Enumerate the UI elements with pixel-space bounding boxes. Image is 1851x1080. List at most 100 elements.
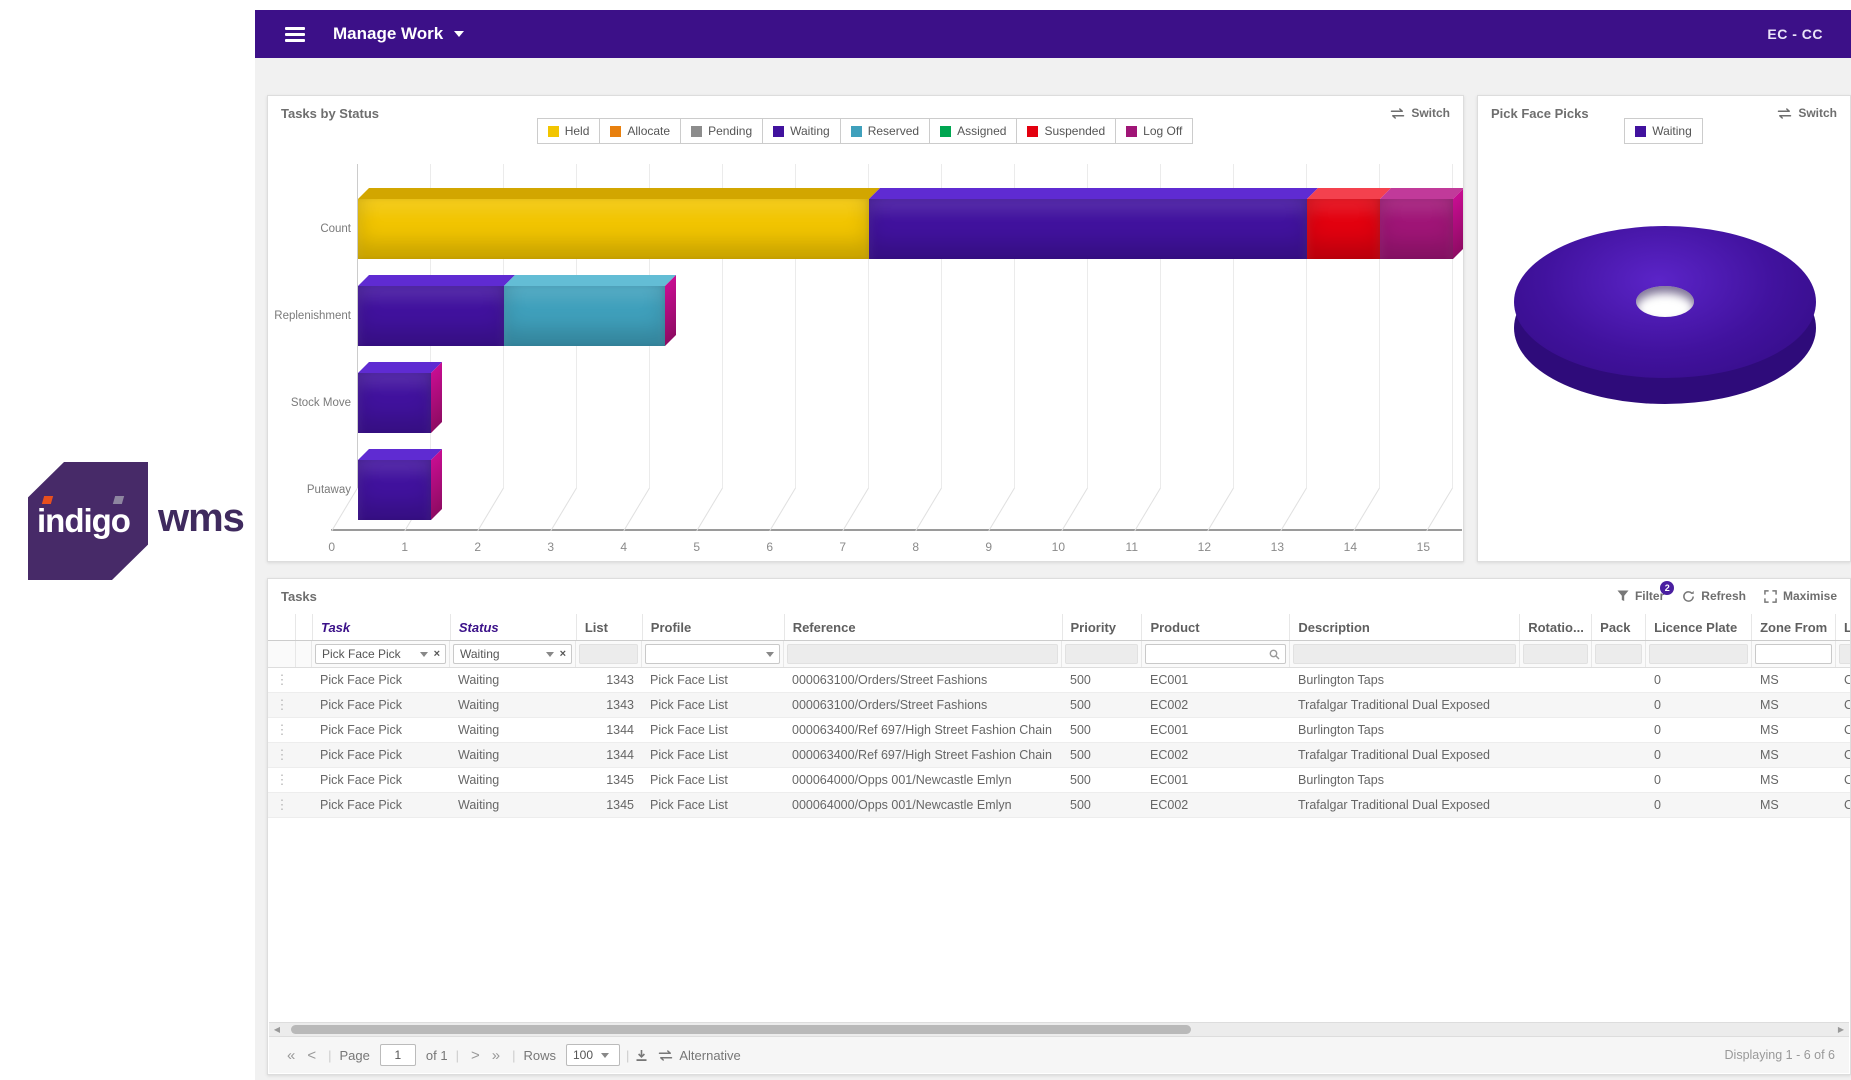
maximise-button[interactable]: Maximise: [1764, 589, 1837, 603]
legend-item-allocate[interactable]: Allocate: [599, 118, 681, 144]
table-row[interactable]: ⋮Pick Face PickWaiting1343Pick Face List…: [268, 668, 1851, 693]
cell-profile: Pick Face List: [642, 693, 784, 717]
column-header-label: Reference: [793, 620, 856, 635]
x-tick-label: 9: [966, 540, 992, 554]
next-page-button[interactable]: >: [465, 1047, 486, 1064]
bar-top-segment-waiting: [358, 449, 442, 460]
download-icon: [635, 1049, 648, 1062]
bar-top-segment-waiting: [869, 188, 1318, 199]
cell-list: 1344: [576, 743, 642, 767]
alternative-view-button[interactable]: Alternative: [658, 1048, 740, 1063]
cell-task: Pick Face Pick: [312, 693, 450, 717]
filter-input-product[interactable]: [1145, 644, 1286, 664]
table-row[interactable]: ⋮Pick Face PickWaiting1343Pick Face List…: [268, 693, 1851, 718]
column-header-description[interactable]: Description: [1290, 614, 1520, 640]
legend-item-waiting[interactable]: Waiting: [1624, 118, 1703, 144]
bar-stock-move: [358, 373, 431, 433]
column-header-task[interactable]: Task: [313, 614, 451, 640]
filter-button[interactable]: Filter 2: [1617, 589, 1664, 603]
page-title-dropdown[interactable]: Manage Work: [333, 24, 464, 44]
cell-priority: 500: [1062, 668, 1142, 692]
row-menu-icon[interactable]: ⋮: [268, 793, 296, 817]
chevron-down-icon[interactable]: [766, 652, 774, 657]
column-header-label: Profile: [651, 620, 691, 635]
legend-item-reserved[interactable]: Reserved: [840, 118, 930, 144]
legend-item-pending[interactable]: Pending: [680, 118, 763, 144]
separator: |: [512, 1048, 515, 1063]
gridline-floor-tick: [1061, 488, 1088, 531]
refresh-button[interactable]: Refresh: [1682, 589, 1746, 603]
clear-filter-icon[interactable]: ×: [560, 649, 566, 660]
column-header-status[interactable]: Status: [451, 614, 577, 640]
table-row[interactable]: ⋮Pick Face PickWaiting1345Pick Face List…: [268, 768, 1851, 793]
site-code-label: EC - CC: [1767, 26, 1823, 42]
legend-item-suspended[interactable]: Suspended: [1016, 118, 1116, 144]
bar-putaway: [358, 460, 431, 520]
filter-input-zone_from[interactable]: [1755, 644, 1832, 664]
rows-per-page-select[interactable]: 100: [566, 1044, 620, 1066]
scroll-right-icon[interactable]: ▶: [1833, 1023, 1849, 1036]
cell-product: EC002: [1142, 743, 1290, 767]
horizontal-scrollbar[interactable]: ◀ ▶: [269, 1022, 1849, 1036]
prev-page-button[interactable]: <: [301, 1047, 322, 1064]
menu-icon[interactable]: [285, 24, 305, 45]
column-header-zone_from[interactable]: Zone From: [1752, 614, 1836, 640]
legend-item-log-off[interactable]: Log Off: [1115, 118, 1193, 144]
column-header-label: Licence Plate: [1654, 620, 1737, 635]
page-number-input[interactable]: [380, 1044, 416, 1066]
x-axis-line: [331, 529, 1462, 531]
column-header-list[interactable]: List: [577, 614, 643, 640]
bar-replenishment: [358, 286, 665, 346]
legend-item-assigned[interactable]: Assigned: [929, 118, 1017, 144]
table-row[interactable]: ⋮Pick Face PickWaiting1344Pick Face List…: [268, 718, 1851, 743]
first-page-button[interactable]: «: [281, 1047, 301, 1064]
column-header-product[interactable]: Product: [1142, 614, 1290, 640]
clear-filter-icon[interactable]: ×: [434, 649, 440, 660]
row-menu-icon[interactable]: ⋮: [268, 768, 296, 792]
cell-last: C: [1836, 718, 1851, 742]
cell-description: Trafalgar Traditional Dual Exposed: [1290, 743, 1520, 767]
refresh-icon: [1682, 590, 1695, 603]
legend-item-waiting[interactable]: Waiting: [762, 118, 841, 144]
table-row[interactable]: ⋮Pick Face PickWaiting1345Pick Face List…: [268, 793, 1851, 818]
row-menu-icon[interactable]: ⋮: [268, 718, 296, 742]
column-header-label: Description: [1298, 620, 1370, 635]
legend-item-held[interactable]: Held: [537, 118, 601, 144]
last-page-button[interactable]: »: [486, 1047, 506, 1064]
filter-cell-licence_plate: [1646, 641, 1752, 667]
download-button[interactable]: [635, 1049, 648, 1062]
legend-swatch-icon: [773, 126, 784, 137]
filter-disabled-list: [579, 644, 638, 664]
column-header-last[interactable]: L: [1836, 614, 1851, 640]
scrollbar-thumb[interactable]: [291, 1025, 1191, 1034]
filter-input-status[interactable]: Waiting ×: [453, 644, 572, 664]
cell-task: Pick Face Pick: [312, 718, 450, 742]
column-header-licence_plate[interactable]: Licence Plate: [1646, 614, 1752, 640]
cell-zone_from: MS: [1752, 718, 1836, 742]
filter-disabled-pack: [1595, 644, 1642, 664]
column-header-reference[interactable]: Reference: [785, 614, 1063, 640]
chevron-down-icon[interactable]: [546, 652, 554, 657]
gridline-floor-tick: [988, 488, 1015, 531]
gridline-floor-tick: [550, 488, 577, 531]
cell-priority: 500: [1062, 793, 1142, 817]
column-header-profile[interactable]: Profile: [643, 614, 785, 640]
table-row[interactable]: ⋮Pick Face PickWaiting1344Pick Face List…: [268, 743, 1851, 768]
scroll-left-icon[interactable]: ◀: [269, 1023, 285, 1036]
filter-input-profile[interactable]: [645, 644, 780, 664]
filter-input-task[interactable]: Pick Face Pick×: [315, 644, 446, 664]
filter-value: Waiting: [460, 647, 500, 661]
row-menu-icon[interactable]: ⋮: [268, 743, 296, 767]
separator: |: [626, 1048, 629, 1063]
cell-profile: Pick Face List: [642, 743, 784, 767]
row-menu-icon[interactable]: ⋮: [268, 668, 296, 692]
row-menu-icon[interactable]: ⋮: [268, 693, 296, 717]
filter-disabled-last: [1839, 644, 1851, 664]
rows-label: Rows: [523, 1048, 556, 1063]
column-header-priority[interactable]: Priority: [1063, 614, 1143, 640]
column-header-rotation[interactable]: Rotatio...: [1520, 614, 1592, 640]
filter-cell-profile: [642, 641, 784, 667]
chevron-down-icon[interactable]: [420, 652, 428, 657]
legend-swatch-icon: [1635, 126, 1646, 137]
column-header-pack[interactable]: Pack: [1592, 614, 1646, 640]
